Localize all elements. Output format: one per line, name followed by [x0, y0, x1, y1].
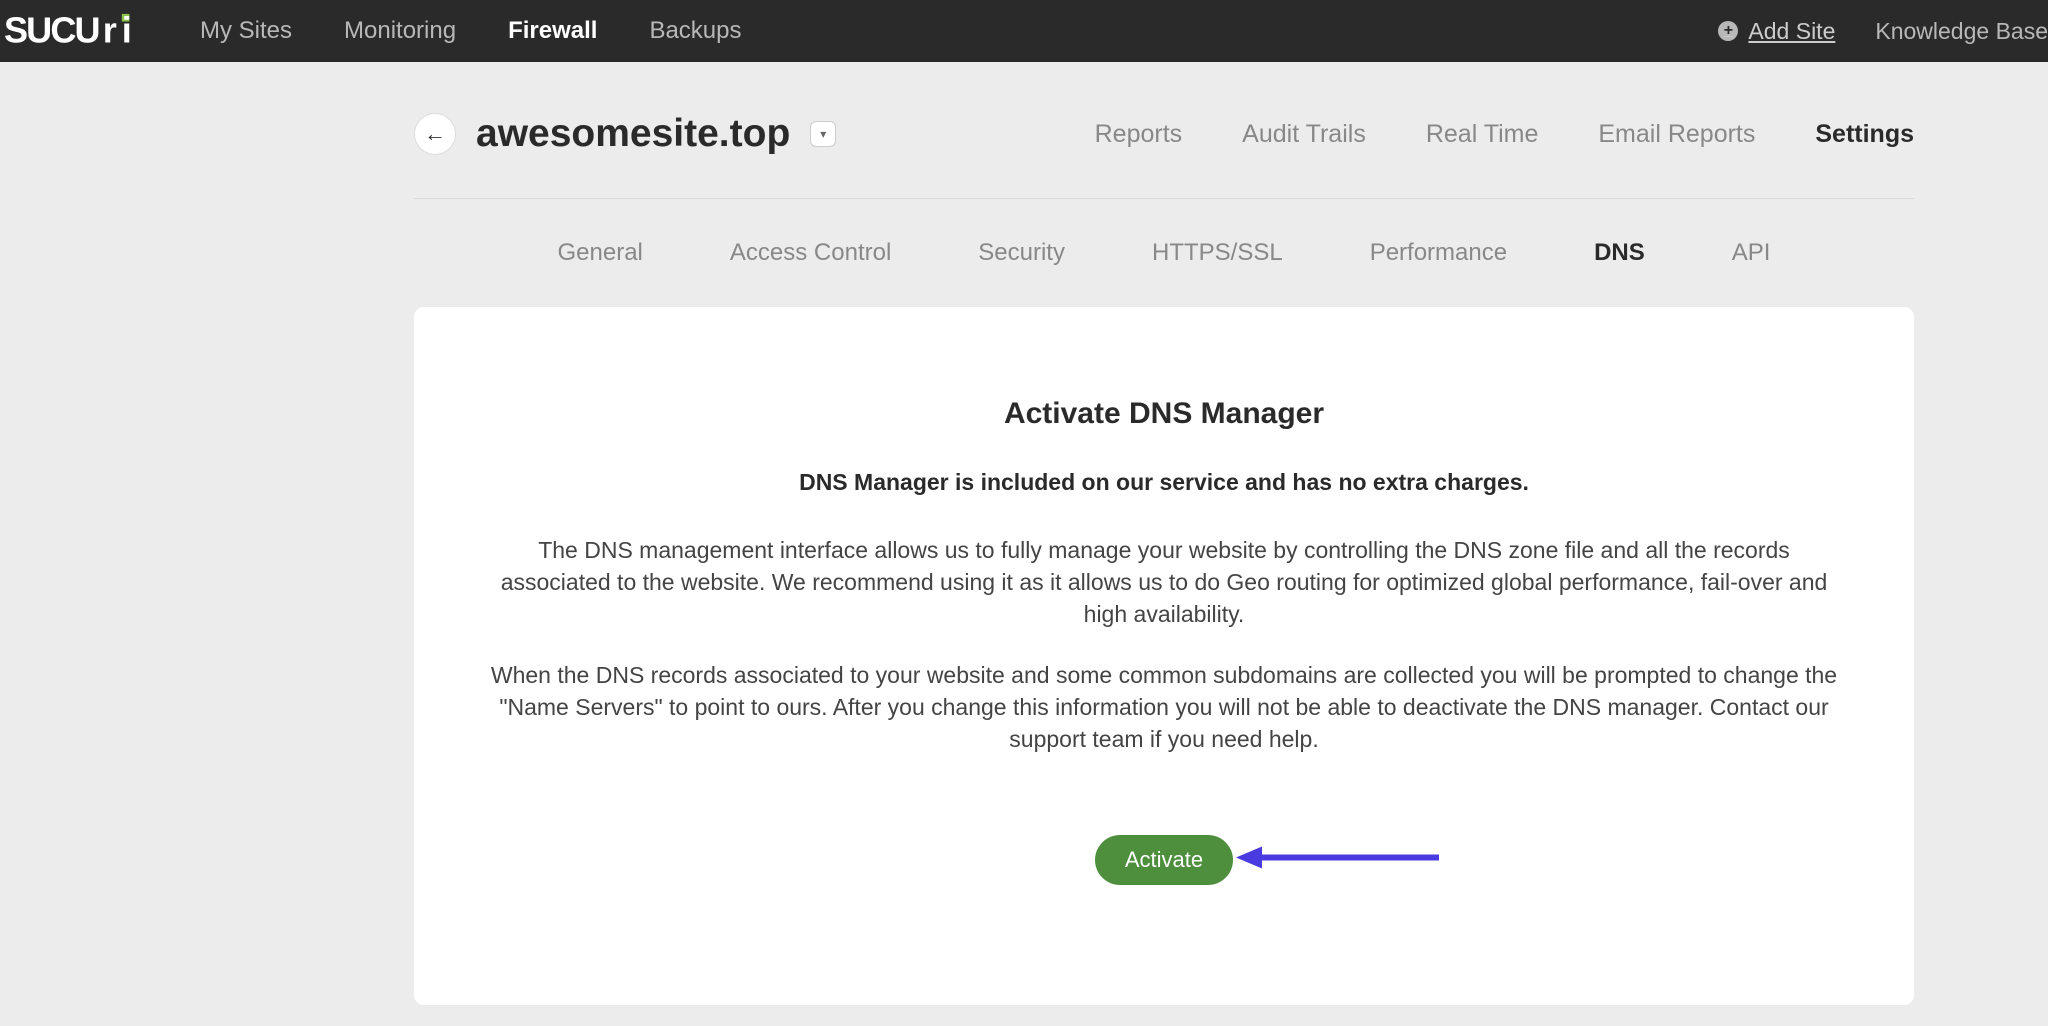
back-button[interactable]: ←	[414, 113, 456, 155]
nav-right-group: + Add Site Knowledge Base	[1718, 18, 2048, 45]
site-title-group: ← awesomesite.top ▾	[414, 112, 836, 156]
site-name: awesomesite.top	[476, 112, 790, 156]
subtab-access-control[interactable]: Access Control	[730, 239, 891, 267]
subtab-https-ssl[interactable]: HTTPS/SSL	[1152, 239, 1283, 267]
nav-my-sites[interactable]: My Sites	[200, 17, 292, 45]
tab-reports[interactable]: Reports	[1095, 120, 1183, 149]
subtab-general[interactable]: General	[558, 239, 643, 267]
svg-text:i: i	[122, 12, 131, 50]
arrow-annotation-icon	[1234, 843, 1444, 878]
add-site-link[interactable]: + Add Site	[1718, 18, 1835, 45]
card-paragraph-1: The DNS management interface allows us t…	[484, 534, 1844, 631]
add-site-label: Add Site	[1748, 18, 1835, 45]
nav-monitoring[interactable]: Monitoring	[344, 17, 456, 45]
svg-text:SUCU: SUCU	[4, 12, 99, 50]
page-header: ← awesomesite.top ▾ Reports Audit Trails…	[414, 112, 1914, 199]
svg-text:r: r	[103, 12, 117, 50]
subtab-performance[interactable]: Performance	[1370, 239, 1507, 267]
tab-settings[interactable]: Settings	[1815, 120, 1914, 149]
plus-icon: +	[1718, 21, 1738, 41]
card-paragraph-2: When the DNS records associated to your …	[484, 659, 1844, 756]
tab-email-reports[interactable]: Email Reports	[1598, 120, 1755, 149]
dns-manager-card: Activate DNS Manager DNS Manager is incl…	[414, 307, 1914, 1005]
nav-firewall[interactable]: Firewall	[508, 17, 597, 45]
tab-audit-trails[interactable]: Audit Trails	[1242, 120, 1366, 149]
page-tabs: Reports Audit Trails Real Time Email Rep…	[1095, 120, 1914, 149]
chevron-down-icon: ▾	[820, 127, 826, 141]
nav-backups[interactable]: Backups	[649, 17, 741, 45]
primary-nav-items: My Sites Monitoring Firewall Backups	[200, 17, 742, 45]
tab-real-time[interactable]: Real Time	[1426, 120, 1539, 149]
arrow-left-icon: ←	[424, 121, 446, 147]
activate-row: Activate	[484, 835, 1844, 885]
card-title: Activate DNS Manager	[484, 397, 1844, 431]
subtab-api[interactable]: API	[1732, 239, 1771, 267]
card-subtitle: DNS Manager is included on our service a…	[484, 469, 1844, 496]
site-dropdown-toggle[interactable]: ▾	[810, 121, 836, 147]
top-navigation: SUCU r i My Sites Monitoring Firewall Ba…	[0, 0, 2048, 62]
main-container: ← awesomesite.top ▾ Reports Audit Trails…	[134, 62, 1914, 1005]
subtab-security[interactable]: Security	[978, 239, 1065, 267]
brand-logo: SUCU r i	[0, 12, 200, 50]
subtab-dns[interactable]: DNS	[1594, 239, 1645, 267]
settings-sub-tabs: General Access Control Security HTTPS/SS…	[414, 199, 1914, 307]
knowledge-base-link[interactable]: Knowledge Base	[1875, 18, 2048, 45]
activate-button[interactable]: Activate	[1095, 835, 1233, 885]
